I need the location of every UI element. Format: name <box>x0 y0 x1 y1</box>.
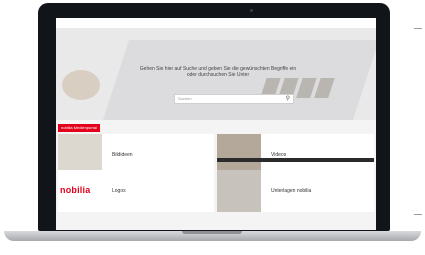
tile-unterlagen[interactable]: Unterlagen nobilia <box>217 170 374 212</box>
laptop-notch <box>182 231 242 234</box>
portal-badge: nobilia Medienportal <box>58 124 100 132</box>
side-line <box>414 214 422 215</box>
top-navigation-bar <box>56 18 376 28</box>
tile-thumbnail <box>217 170 261 212</box>
hero-background-image <box>103 40 376 120</box>
video-progress-bar <box>217 158 374 162</box>
side-line <box>414 28 422 29</box>
hero-bowl-image <box>62 70 100 100</box>
hero-banner: Gehen Sie hier auf Suche und geben Sie d… <box>56 28 376 120</box>
hero-tile <box>296 78 317 98</box>
tile-label: Logos <box>112 188 126 194</box>
tile-label: Unterlagen nobilia <box>271 188 312 194</box>
search-placeholder: Suchen <box>178 96 192 101</box>
nobilia-logo: nobilia <box>60 185 91 195</box>
search-input[interactable]: Suchen ⚲ <box>174 94 294 104</box>
camera-dot <box>250 9 253 12</box>
tile-label: Bildideen <box>112 152 133 158</box>
hero-text: Gehen Sie hier auf Suche und geben Sie d… <box>139 66 297 78</box>
website-screen: Gehen Sie hier auf Suche und geben Sie d… <box>56 18 376 230</box>
hero-tile <box>314 78 335 98</box>
tile-logos[interactable]: nobilia Logos <box>58 170 214 212</box>
search-icon[interactable]: ⚲ <box>286 96 290 103</box>
